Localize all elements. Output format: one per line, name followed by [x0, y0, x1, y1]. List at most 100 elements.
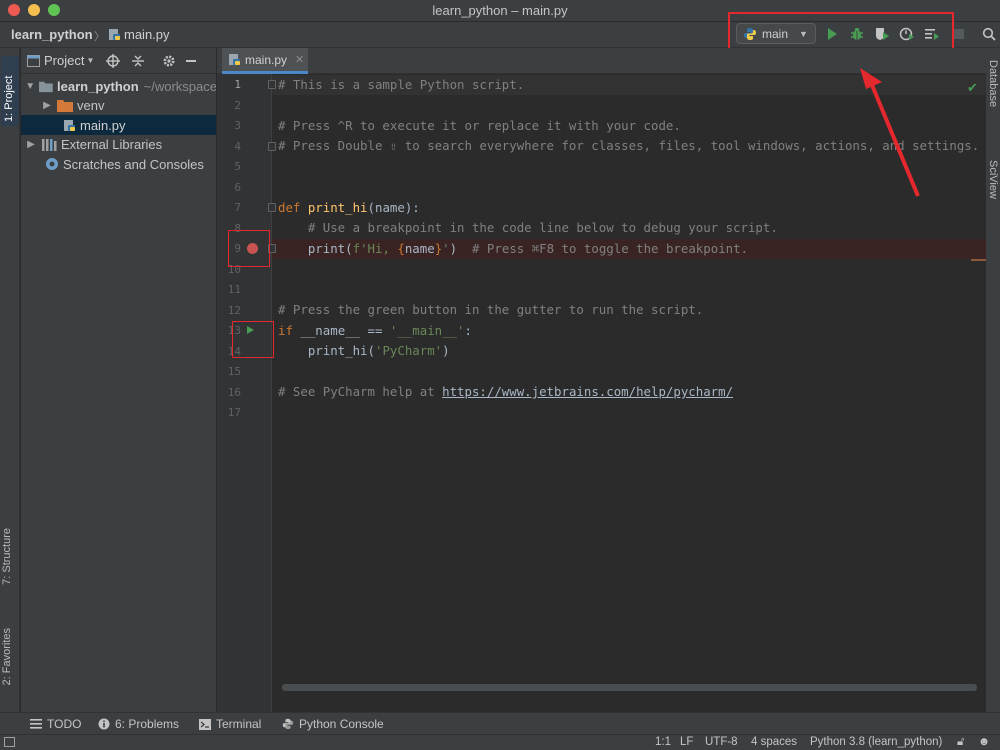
help-link[interactable]: https://www.jetbrains.com/help/pycharm/ [442, 384, 733, 399]
terminal-button[interactable]: Terminal [199, 717, 261, 731]
collapse-all-icon[interactable] [132, 54, 145, 68]
code-line-7: def print_hi(name): [278, 198, 420, 218]
line-number: 3 [234, 119, 241, 132]
problems-button[interactable]: 6: Problems [98, 717, 179, 731]
todo-label: TODO [47, 717, 82, 731]
file-encoding[interactable]: UTF-8 [705, 736, 738, 748]
tab-database[interactable]: Database [987, 60, 999, 107]
folder-icon [57, 99, 73, 112]
info-icon [98, 718, 110, 730]
code-token: print_hi [307, 200, 368, 215]
indent-setting[interactable]: 4 spaces [751, 736, 797, 748]
code-token: print_hi( [278, 343, 375, 358]
folder-icon [39, 81, 54, 92]
locate-icon[interactable] [106, 53, 121, 68]
lock-icon[interactable]: 🔓︎ [957, 736, 964, 749]
python-file-icon [229, 54, 240, 65]
chevron-right-icon[interactable]: ▶ [25, 139, 37, 150]
breadcrumb-file[interactable]: main.py [108, 27, 170, 42]
python-file-icon [64, 119, 75, 131]
project-panel: Project ▼ ▼ learn_python ~/workspace ▶ v… [21, 48, 217, 712]
code-token: ) [442, 343, 450, 358]
tree-item-label: learn_python [57, 78, 139, 94]
tab-favorites[interactable]: 2: Favorites [1, 628, 13, 685]
tree-item-label: Scratches and Consoles [63, 156, 204, 172]
todo-button[interactable]: TODO [30, 717, 81, 731]
search-icon[interactable] [980, 25, 998, 43]
tree-item-path: ~/workspace [143, 78, 217, 94]
code-token: # Press ⌘F8 to toggle the breakpoint. [472, 241, 749, 256]
code-token: 'PyCharm' [374, 343, 443, 358]
breadcrumb-project[interactable]: learn_python [11, 27, 93, 42]
editor-gutter[interactable]: 1 2 3 4 5 6 7 8 9 10 11 12 13 14 15 16 1… [217, 74, 276, 712]
code-token: # See PyCharm help at [278, 384, 443, 399]
inspector-icon[interactable]: ☻︎ [978, 736, 990, 748]
code-token: name [404, 241, 435, 256]
chevron-down-icon[interactable]: ▼ [86, 56, 94, 65]
terminal-label: Terminal [216, 717, 262, 731]
project-panel-header: Project ▼ [21, 48, 216, 74]
horizontal-scrollbar[interactable] [282, 684, 977, 691]
code-token: '__main__' [389, 323, 465, 338]
gear-icon[interactable] [162, 54, 176, 68]
tab-label: main.py [245, 52, 288, 67]
code-token: { [397, 241, 405, 256]
tree-item-scratches[interactable]: Scratches and Consoles [21, 154, 216, 174]
line-number: 15 [227, 365, 241, 378]
editor-tab-bar: main.py ✕ [217, 48, 986, 74]
code-token: def [278, 200, 308, 215]
line-number: 2 [234, 99, 241, 112]
tree-item-external-libraries[interactable]: ▶ External Libraries [21, 134, 216, 154]
code-token: (name): [367, 200, 420, 215]
line-separator[interactable]: LF [680, 736, 693, 748]
chevron-down-icon[interactable]: ▼ [25, 81, 35, 92]
caret-position[interactable]: 1:1 [655, 736, 671, 748]
code-line-14: print_hi('PyCharm') [278, 341, 450, 361]
tab-sciview[interactable]: SciView [987, 160, 999, 199]
code-token: ) [449, 241, 473, 256]
tree-item-main-py[interactable]: main.py [21, 115, 216, 135]
code-line-8: # Use a breakpoint in the code line belo… [278, 220, 778, 235]
run-gutter-highlight-box [232, 321, 274, 358]
right-tool-strip: Database SciView [986, 48, 1000, 712]
code-line-13: if __name__ == '__main__': [278, 321, 472, 341]
fold-marker-icon[interactable] [268, 203, 276, 212]
tree-item-label: External Libraries [61, 136, 163, 152]
line-number: 16 [227, 386, 241, 399]
code-token: f'Hi, [352, 241, 398, 256]
python-interpreter[interactable]: Python 3.8 (learn_python) [810, 736, 942, 748]
tab-project[interactable]: 1: Project [1, 56, 19, 126]
fold-marker-icon[interactable] [268, 142, 276, 151]
error-stripe-marker [971, 259, 986, 261]
breadcrumb-separator-icon: 〉 [94, 31, 105, 43]
code-line-9: print(f'Hi, {name}') # Press ⌘F8 to togg… [278, 239, 748, 259]
tree-item-label: main.py [80, 117, 126, 133]
tool-window-bar: TODO 6: Problems Terminal Python Console [0, 712, 1000, 734]
python-console-button[interactable]: Python Console [282, 717, 384, 731]
code-token: ' [442, 241, 450, 256]
python-console-label: Python Console [299, 717, 384, 731]
code-editor[interactable]: 1 2 3 4 5 6 7 8 9 10 11 12 13 14 15 16 1… [217, 74, 986, 712]
toggle-tool-windows-icon[interactable] [4, 737, 15, 747]
code-line-3: # Press ^R to execute it or replace it w… [278, 118, 681, 133]
breadcrumb-file-label: main.py [124, 27, 170, 42]
problems-label: 6: Problems [115, 717, 180, 731]
status-bar: 1:1 LF UTF-8 4 spaces Python 3.8 (learn_… [0, 734, 1000, 750]
tab-structure[interactable]: 7: Structure [1, 528, 13, 585]
list-icon [30, 719, 42, 729]
chevron-right-icon[interactable]: ▶ [41, 100, 53, 111]
tree-item-project-root[interactable]: ▼ learn_python ~/workspace [21, 76, 217, 96]
tab-main-py[interactable]: main.py ✕ [222, 48, 308, 74]
inspection-ok-icon[interactable]: ✔ [967, 80, 978, 96]
fold-marker-icon[interactable] [268, 80, 276, 89]
line-number: 4 [234, 140, 241, 153]
terminal-icon [199, 718, 211, 730]
project-view-selector[interactable]: Project [44, 53, 84, 68]
python-file-icon [109, 29, 120, 40]
close-tab-icon[interactable]: ✕ [295, 53, 304, 66]
code-token: : [464, 323, 472, 338]
line-number: 7 [234, 201, 241, 214]
line-number: 5 [234, 160, 241, 173]
tree-item-venv[interactable]: ▶ venv [21, 95, 216, 115]
hide-panel-icon[interactable] [186, 59, 197, 62]
